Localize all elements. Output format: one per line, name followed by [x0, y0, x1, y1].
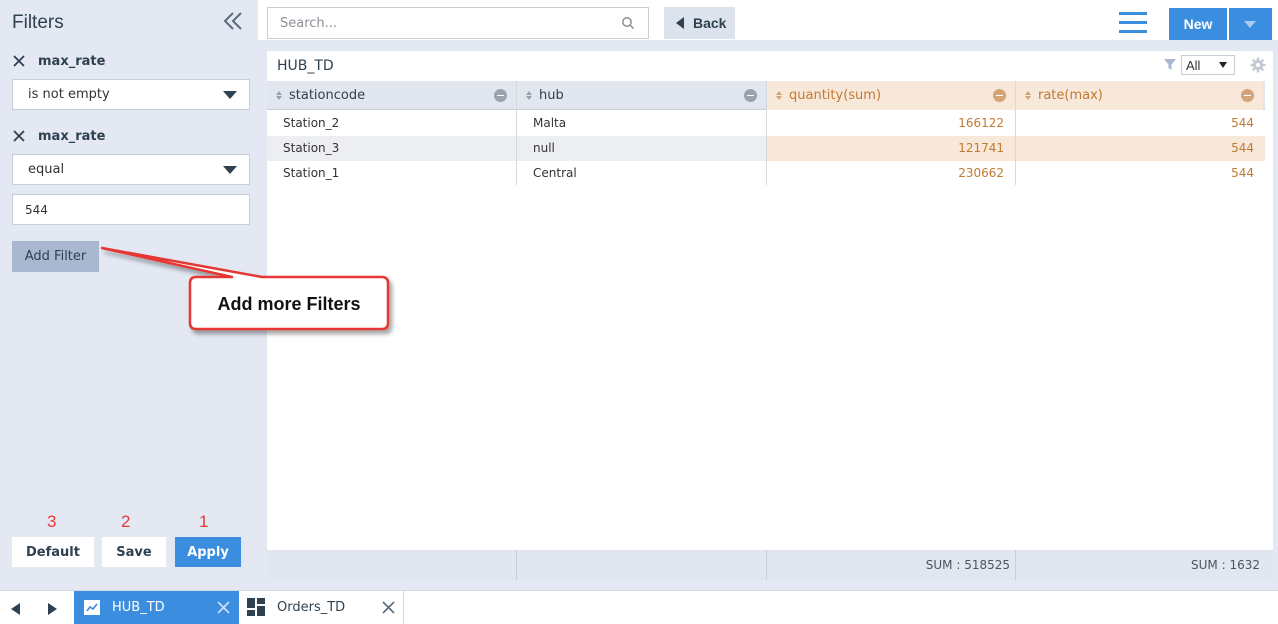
step-number-default: 3 [47, 512, 57, 531]
chevron-down-icon [1244, 21, 1256, 28]
sort-icon [275, 91, 283, 100]
cell-quantity-sum: 230662 [958, 166, 1004, 180]
tab-orders-td[interactable]: Orders_TD [239, 591, 404, 624]
column-divider [1015, 81, 1016, 185]
chevron-down-icon [1219, 62, 1227, 68]
gear-icon[interactable] [1250, 57, 1266, 73]
column-divider [766, 81, 767, 185]
cell-hub: Central [533, 166, 577, 180]
cell-quantity-sum: 121741 [767, 136, 1015, 161]
column-label: quantity(sum) [789, 88, 882, 103]
tab-next-icon[interactable] [48, 603, 57, 615]
filter-1-operator-select[interactable]: is not empty [12, 79, 250, 110]
search-input[interactable] [267, 7, 649, 39]
step-number-apply: 1 [199, 512, 209, 531]
filter-2-header: max_rate [12, 127, 105, 145]
remove-filter-2-icon[interactable] [12, 129, 26, 143]
cell-rate-max: 544 [1231, 166, 1254, 180]
step-number-save: 2 [121, 512, 131, 531]
tab-hub-td[interactable]: HUB_TD [74, 591, 239, 624]
add-filter-button[interactable]: Add Filter [12, 241, 99, 272]
footer-divider [516, 550, 517, 580]
new-button[interactable]: New [1169, 8, 1227, 40]
filter-2-operator-value: equal [28, 162, 65, 177]
save-button[interactable]: Save [102, 537, 166, 567]
filter-1-header: max_rate [12, 52, 105, 70]
funnel-icon [1164, 59, 1176, 70]
back-arrow-icon [676, 17, 684, 29]
cell-stationcode: Station_3 [283, 141, 340, 155]
column-menu-icon[interactable] [1241, 89, 1254, 102]
tab-prev-icon[interactable] [11, 603, 20, 615]
data-panel: HUB_TD All stationcode hub quantity(sum) [267, 51, 1273, 580]
cell-hub: Malta [533, 116, 567, 130]
quantity-sum-total: SUM : 518525 [925, 558, 1010, 572]
cell-rate-max: 544 [1231, 116, 1254, 130]
rate-sum-total: SUM : 1632 [1191, 558, 1260, 572]
sort-icon [775, 91, 783, 100]
column-header-stationcode[interactable]: stationcode [267, 81, 516, 110]
filter-scope-select[interactable]: All [1181, 55, 1235, 75]
sidebar-title: Filters [12, 12, 64, 33]
column-header-rate-max[interactable]: rate(max) [1016, 81, 1263, 110]
cell-rate-max: 544 [1016, 136, 1265, 161]
chevron-down-icon [223, 166, 237, 174]
search-icon[interactable] [621, 16, 635, 30]
line-chart-icon [84, 600, 100, 615]
remove-filter-1-icon[interactable] [12, 54, 26, 68]
table-footer: SUM : 518525 SUM : 1632 [267, 550, 1273, 580]
sort-icon [1024, 91, 1032, 100]
column-menu-icon[interactable] [993, 89, 1006, 102]
hamburger-menu-icon[interactable] [1119, 12, 1147, 34]
sort-icon [525, 91, 533, 100]
column-divider [516, 81, 517, 185]
column-header-quantity-sum[interactable]: quantity(sum) [767, 81, 1015, 110]
chevron-down-icon [223, 91, 237, 99]
back-button[interactable]: Back [664, 7, 735, 39]
close-tab-icon[interactable] [382, 601, 395, 614]
column-label: rate(max) [1038, 88, 1103, 103]
back-button-label: Back [693, 15, 727, 31]
column-menu-icon[interactable] [744, 89, 757, 102]
tab-bar: HUB_TD Orders_TD [0, 590, 1278, 624]
cell-quantity-sum: 166122 [958, 116, 1004, 130]
collapse-chevrons-icon[interactable] [222, 10, 244, 32]
filter-1-field: max_rate [38, 53, 106, 69]
column-label: hub [539, 88, 564, 103]
column-label: stationcode [289, 88, 366, 103]
column-header-hub[interactable]: hub [517, 81, 766, 110]
filter-2-operator-select[interactable]: equal [12, 154, 250, 185]
close-tab-icon[interactable] [217, 601, 230, 614]
tab-label: Orders_TD [277, 600, 346, 615]
filter-1-operator-value: is not empty [28, 87, 110, 102]
filter-2-field: max_rate [38, 128, 106, 144]
cell-hub: null [533, 141, 555, 155]
filter-scope-value: All [1186, 57, 1201, 73]
new-dropdown-button[interactable] [1229, 8, 1272, 40]
cell-stationcode: Station_1 [283, 166, 340, 180]
filter-2-value-input[interactable] [12, 194, 250, 225]
tab-label: HUB_TD [112, 600, 165, 615]
default-button[interactable]: Default [12, 537, 94, 567]
dashboard-icon [247, 598, 265, 616]
column-menu-icon[interactable] [494, 89, 507, 102]
cell-stationcode: Station_2 [283, 116, 340, 130]
apply-button[interactable]: Apply [175, 537, 241, 567]
panel-title: HUB_TD [277, 58, 334, 74]
callout-text: Add more Filters [217, 293, 361, 314]
